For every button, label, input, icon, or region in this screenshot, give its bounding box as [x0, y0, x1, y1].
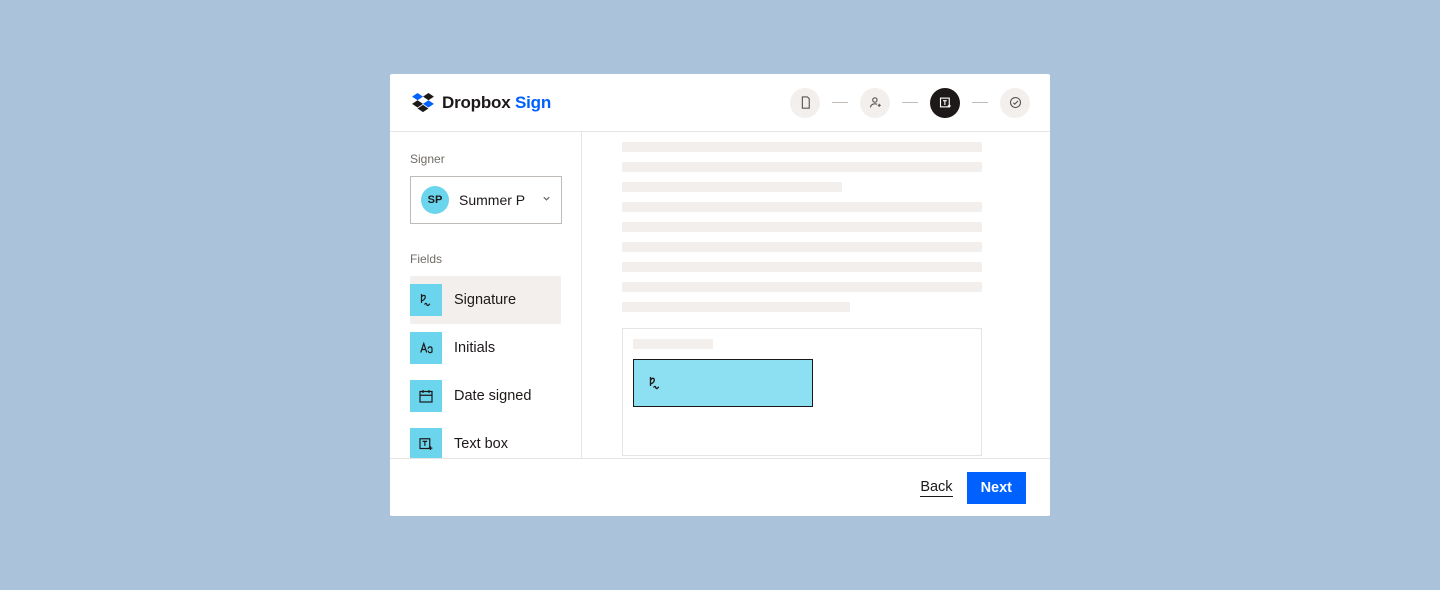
field-label: Date signed: [454, 388, 531, 404]
signature-block-label: [633, 339, 713, 349]
document-canvas[interactable]: [582, 132, 1050, 458]
signature-icon: [646, 374, 664, 392]
doc-placeholder-line: [622, 142, 982, 152]
doc-placeholder-line: [622, 302, 850, 312]
field-signature[interactable]: Signature: [410, 276, 561, 324]
doc-placeholder-line: [622, 182, 842, 192]
signer-section-label: Signer: [410, 152, 561, 166]
step-document[interactable]: [790, 88, 820, 118]
calendar-icon: [410, 380, 442, 412]
next-button[interactable]: Next: [967, 472, 1026, 504]
step-divider: [902, 102, 918, 103]
doc-placeholder-line: [622, 222, 982, 232]
step-divider: [972, 102, 988, 103]
fields-section-label: Fields: [410, 252, 561, 266]
header: Dropbox Sign: [390, 74, 1050, 132]
signer-name: Summer P: [459, 192, 532, 208]
initials-icon: [410, 332, 442, 364]
field-label: Initials: [454, 340, 495, 356]
body: Signer SP Summer P Fields Signature I: [390, 132, 1050, 458]
step-signers[interactable]: [860, 88, 890, 118]
dropbox-logo-icon: [412, 93, 434, 113]
progress-steps: [790, 88, 1030, 118]
sidebar: Signer SP Summer P Fields Signature I: [390, 132, 582, 458]
textbox-add-icon: [410, 428, 442, 458]
field-text-box[interactable]: Text box: [410, 420, 561, 458]
step-fields[interactable]: [930, 88, 960, 118]
field-label: Text box: [454, 436, 508, 452]
doc-placeholder-line: [622, 282, 982, 292]
doc-placeholder-line: [622, 242, 982, 252]
back-button[interactable]: Back: [920, 479, 952, 497]
field-label: Signature: [454, 292, 516, 308]
brand-name: Dropbox Sign: [442, 93, 551, 113]
signer-avatar: SP: [421, 186, 449, 214]
step-divider: [832, 102, 848, 103]
placed-signature-field[interactable]: [633, 359, 813, 407]
signature-block: [622, 328, 982, 456]
field-initials[interactable]: Initials: [410, 324, 561, 372]
signature-icon: [410, 284, 442, 316]
step-review[interactable]: [1000, 88, 1030, 118]
footer: Back Next: [390, 458, 1050, 516]
document-icon: [798, 95, 813, 110]
textbox-add-icon: [938, 95, 953, 110]
doc-placeholder-line: [622, 262, 982, 272]
brand-logo: Dropbox Sign: [412, 93, 551, 113]
check-circle-icon: [1008, 95, 1023, 110]
person-add-icon: [868, 95, 883, 110]
doc-placeholder-line: [622, 202, 982, 212]
doc-placeholder-line: [622, 162, 982, 172]
signer-dropdown[interactable]: SP Summer P: [410, 176, 562, 224]
chevron-down-icon: [542, 194, 551, 206]
app-window: Dropbox Sign: [390, 74, 1050, 516]
field-date-signed[interactable]: Date signed: [410, 372, 561, 420]
